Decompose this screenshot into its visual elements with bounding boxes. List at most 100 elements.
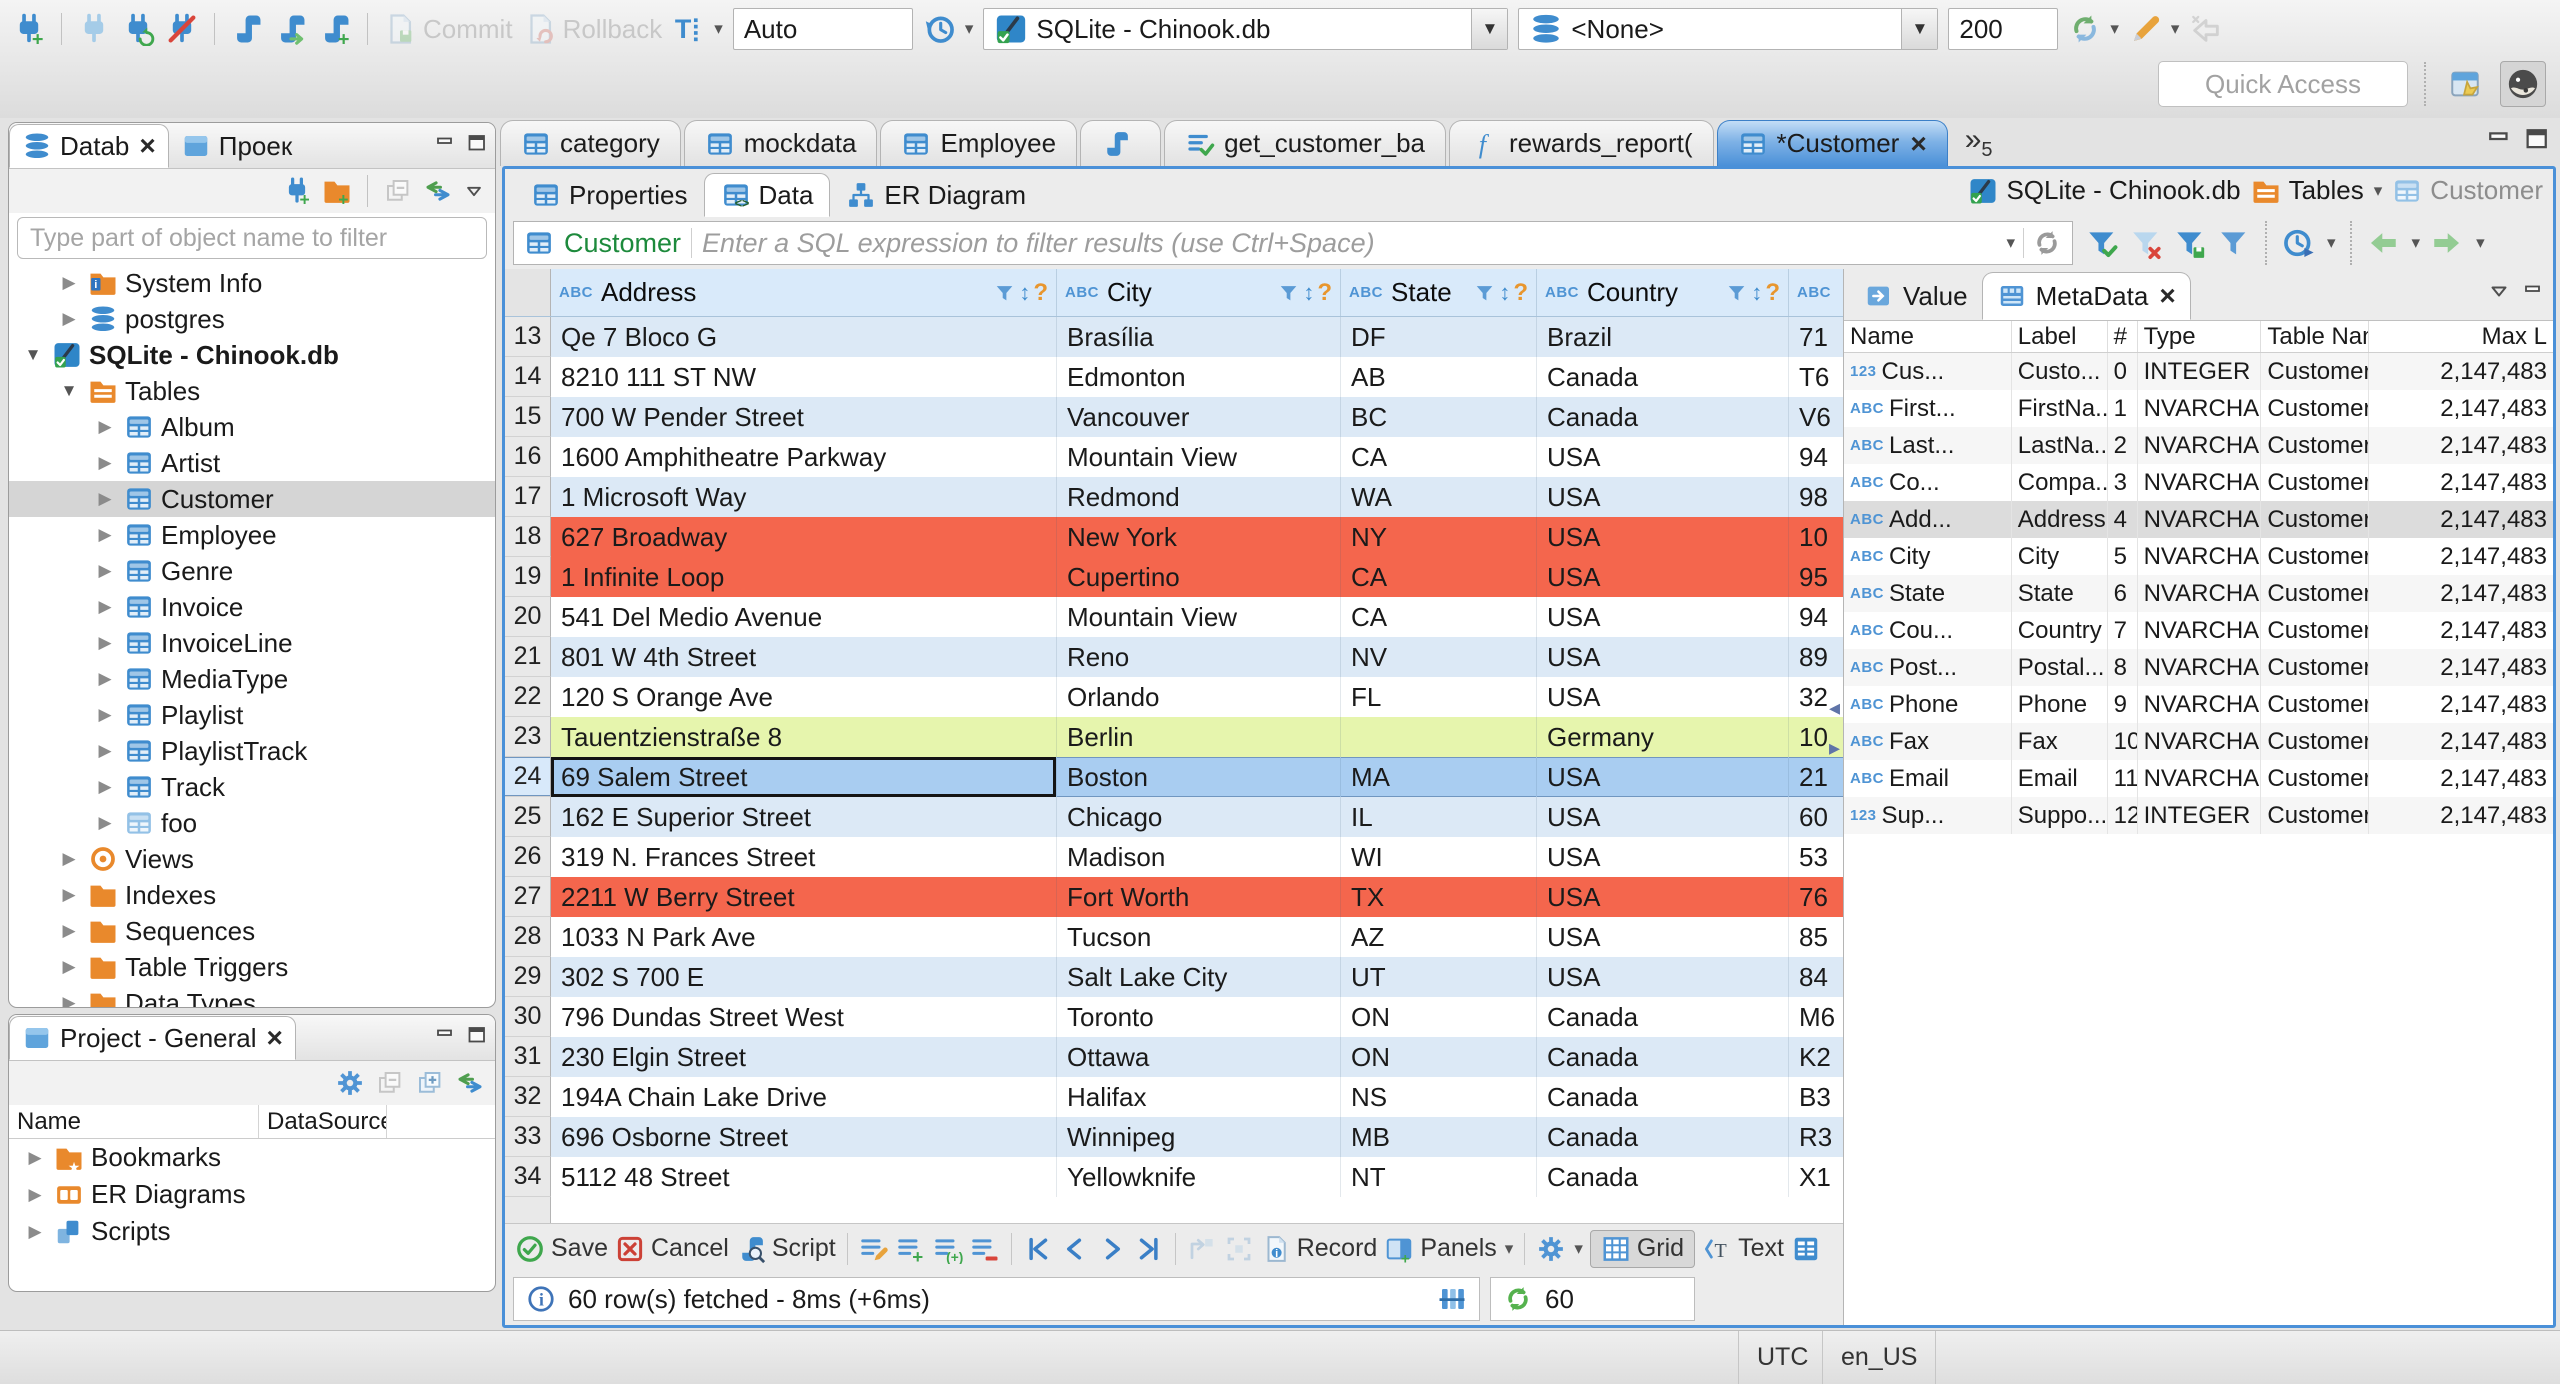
row-number[interactable]: 17	[505, 477, 551, 517]
row-number[interactable]: 34	[505, 1157, 551, 1197]
editor-tab-rewards-report-[interactable]: f rewards_report(	[1449, 120, 1714, 166]
cell-city[interactable]: Redmond	[1057, 477, 1341, 517]
transaction-mode-button[interactable]: T ▾	[672, 12, 723, 46]
cell-country[interactable]: USA	[1537, 837, 1789, 877]
row-number[interactable]: 28	[505, 917, 551, 957]
tree-item-data-types[interactable]: ▶ Data Types	[9, 985, 495, 1007]
column-header-country[interactable]: ABC Country ↕?	[1537, 269, 1789, 316]
auto-refresh-box[interactable]: 60	[1490, 1277, 1695, 1321]
cell-address[interactable]: 8210 111 ST NW	[551, 357, 1057, 397]
cell-clipped[interactable]: K2	[1789, 1037, 1843, 1077]
expand-arrow-icon[interactable]: ▶	[57, 273, 81, 293]
link-with-editor-icon[interactable]	[455, 1068, 485, 1098]
open-perspective-button[interactable]	[2442, 61, 2488, 107]
cell-country[interactable]: USA	[1537, 437, 1789, 477]
cell-state[interactable]: WI	[1341, 837, 1537, 877]
collapse-arrow-icon[interactable]: ▼	[57, 381, 81, 401]
highlight-button[interactable]: ▾	[2129, 12, 2179, 46]
cell-state[interactable]: DF	[1341, 317, 1537, 357]
cell-state[interactable]: IL	[1341, 797, 1537, 837]
tree-item-sqlite-chinook-db[interactable]: ▼ SQLite - Chinook.db	[9, 337, 495, 373]
schema-dropdown-button[interactable]: ▼	[1901, 9, 1938, 49]
expand-arrow-icon[interactable]: ▶	[57, 849, 81, 869]
row-number[interactable]: 16	[505, 437, 551, 477]
maximize-icon[interactable]	[465, 131, 489, 155]
cell-state[interactable]: NV	[1341, 637, 1537, 677]
cell-state[interactable]: NS	[1341, 1077, 1537, 1117]
cancel-button[interactable]: Cancel	[615, 1234, 729, 1264]
table-row[interactable]: 13 Qe 7 Bloco G Brasília DF Brazil 71	[505, 317, 1843, 357]
rollback-button[interactable]: Rollback	[523, 12, 662, 46]
auto-refresh-icon[interactable]	[2281, 226, 2315, 260]
column-help-icon[interactable]: ?	[1513, 279, 1528, 307]
metadata-row[interactable]: ABCEmail Email 11 NVARCHAR Customer 2,14…	[1844, 760, 2553, 797]
cell-address[interactable]: Tauentzienstraße 8	[551, 717, 1057, 757]
last-row-icon[interactable]	[1134, 1234, 1164, 1264]
cell-country[interactable]: USA	[1537, 557, 1789, 597]
next-row-icon[interactable]	[1097, 1234, 1127, 1264]
expand-arrow-icon[interactable]: ▶	[93, 525, 117, 545]
table-row[interactable]: 31 230 Elgin Street Ottawa ON Canada K2	[505, 1037, 1843, 1077]
custom-filter-icon[interactable]	[2217, 226, 2251, 260]
tree-item-system-info[interactable]: ▶ i System Info	[9, 265, 495, 301]
sql-filter-input[interactable]: Customer Enter a SQL expression to filte…	[513, 221, 2073, 265]
metadata-column-3[interactable]: Type	[2138, 321, 2262, 352]
cell-state[interactable]: CA	[1341, 597, 1537, 637]
cell-clipped[interactable]: X1	[1789, 1157, 1843, 1197]
table-row[interactable]: 19 1 Infinite Loop Cupertino CA USA 95	[505, 557, 1843, 597]
row-number[interactable]: 21	[505, 637, 551, 677]
cell-address[interactable]: 319 N. Frances Street	[551, 837, 1057, 877]
add-row-icon[interactable]: +	[896, 1234, 926, 1264]
cell-state[interactable]: MA	[1341, 757, 1537, 797]
cell-clipped[interactable]: B3	[1789, 1077, 1843, 1117]
tree-item-playlisttrack[interactable]: ▶ PlaylistTrack	[9, 733, 495, 769]
disconnect-icon[interactable]	[165, 12, 199, 46]
expand-arrow-icon[interactable]: ▶	[93, 669, 117, 689]
cell-state[interactable]: ON	[1341, 997, 1537, 1037]
delete-row-icon[interactable]	[970, 1234, 1000, 1264]
connection-combo[interactable]: SQLite - Chinook.db ▼	[983, 8, 1509, 50]
table-row[interactable]: 14 8210 111 ST NW Edmonton AB Canada T6	[505, 357, 1843, 397]
first-row-icon[interactable]	[1023, 1234, 1053, 1264]
link-with-editor-icon[interactable]	[423, 176, 453, 206]
view-menu-icon[interactable]	[463, 180, 485, 202]
cell-address[interactable]: 696 Osborne Street	[551, 1117, 1057, 1157]
expand-arrow-icon[interactable]: ▶	[57, 885, 81, 905]
goto-row-icon[interactable]	[1187, 1234, 1217, 1264]
cell-country[interactable]: USA	[1537, 677, 1789, 717]
expand-arrow-icon[interactable]: ▶	[57, 957, 81, 977]
cell-clipped[interactable]: 84	[1789, 957, 1843, 997]
close-icon[interactable]: ×	[267, 1024, 283, 1052]
row-number[interactable]: 25	[505, 797, 551, 837]
row-number[interactable]: 24	[505, 757, 551, 797]
cell-city[interactable]: Mountain View	[1057, 437, 1341, 477]
row-number[interactable]: 22	[505, 677, 551, 717]
tab-data[interactable]: <> Data	[703, 173, 831, 217]
table-row[interactable]: 29 302 S 700 E Salt Lake City UT USA 84	[505, 957, 1843, 997]
cell-clipped[interactable]: 85	[1789, 917, 1843, 957]
collapse-right-icon[interactable]: ▸	[1829, 737, 1840, 759]
metadata-row[interactable]: 123Sup... Suppo... 12 INTEGER Customer 2…	[1844, 797, 2553, 834]
apply-filter-icon[interactable]	[2085, 226, 2119, 260]
project-column-name[interactable]: Name	[9, 1105, 259, 1138]
expand-arrow-icon[interactable]: ▶	[93, 633, 117, 653]
fetch-size-input[interactable]: 200	[1948, 8, 2059, 50]
cell-clipped[interactable]: 95	[1789, 557, 1843, 597]
cell-city[interactable]: Mountain View	[1057, 597, 1341, 637]
row-number[interactable]: 33	[505, 1117, 551, 1157]
table-row[interactable]: 18 627 Broadway New York NY USA 10	[505, 517, 1843, 557]
cell-country[interactable]: Canada	[1537, 397, 1789, 437]
expand-arrow-icon[interactable]: ▶	[93, 741, 117, 761]
fetch-next-icon[interactable]	[2430, 226, 2464, 260]
tree-item-sequences[interactable]: ▶ Sequences	[9, 913, 495, 949]
cell-clipped[interactable]: 10	[1789, 517, 1843, 557]
cell-clipped[interactable]: 71	[1789, 317, 1843, 357]
metadata-row[interactable]: ABCLast... LastNa... 2 NVARCHAR Customer…	[1844, 427, 2553, 464]
history-button[interactable]: ▾	[923, 12, 973, 46]
grid-settings-button[interactable]: ▾	[1536, 1234, 1583, 1264]
column-help-icon[interactable]: ?	[1317, 279, 1332, 307]
new-sql-editor-icon[interactable]: +	[318, 12, 352, 46]
cell-address[interactable]: 1 Infinite Loop	[551, 557, 1057, 597]
filter-history-dropdown-icon[interactable]: ▾	[2006, 233, 2015, 253]
tab-overflow-chevron[interactable]: »5	[1965, 123, 1993, 162]
